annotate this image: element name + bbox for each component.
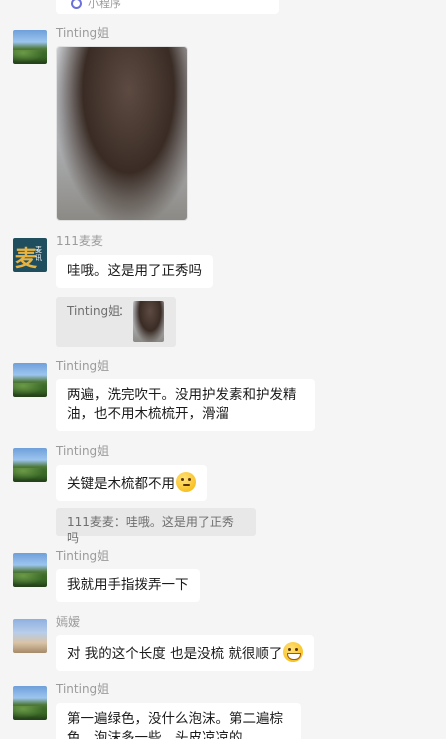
quote-reply[interactable]: Tinting姐： <box>56 297 176 347</box>
thinking-emoji-icon <box>176 472 196 492</box>
avatar[interactable] <box>13 553 47 587</box>
avatar[interactable] <box>13 363 47 397</box>
mini-program-card[interactable]: 小程序 <box>56 0 279 14</box>
message-text-line: 两遍，洗完吹干。没用护发素和护发精 <box>67 387 297 403</box>
message-bubble[interactable]: 我就用手指拨弄一下 <box>56 569 200 602</box>
sender-name: Tinting姐 <box>56 682 110 696</box>
quote-author: Tinting姐 <box>67 304 121 318</box>
message-text: 对 我的这个长度 也是没梳 就很顺了 <box>67 646 283 662</box>
message-text-line: 第一遍绿色，没什么泡沫。第二遍棕 <box>67 711 283 727</box>
quote-text: 111麦麦：哇哦。这是用了正秀吗 <box>67 515 234 545</box>
avatar[interactable] <box>13 619 47 653</box>
message-text-line: 油，也不用木梳梳开，滑溜 <box>67 406 229 422</box>
message-text: 哇哦。这是用了正秀吗 <box>67 263 202 279</box>
message-bubble[interactable]: 关键是木梳都不用 <box>56 465 207 501</box>
hair-photo[interactable] <box>56 46 188 221</box>
grin-emoji-icon <box>283 642 304 662</box>
quote-separator: ： <box>118 304 131 318</box>
mini-program-icon <box>71 0 82 9</box>
sender-name: Tinting姐 <box>56 444 110 458</box>
message-text: 我就用手指拨弄一下 <box>67 577 189 593</box>
message-text-line: 色，泡沫多一些，头皮凉凉的 <box>67 730 243 739</box>
mini-program-label: 小程序 <box>88 0 121 10</box>
message-bubble[interactable]: 第一遍绿色，没什么泡沫。第二遍棕 色，泡沫多一些，头皮凉凉的 <box>56 703 301 739</box>
message-bubble[interactable]: 两遍，洗完吹干。没用护发素和护发精 油，也不用木梳梳开，滑溜 <box>56 379 315 431</box>
sender-name: Tinting姐 <box>56 359 110 373</box>
avatar[interactable] <box>13 686 47 720</box>
sender-name: 嫣嫒 <box>56 615 81 629</box>
sender-name: Tinting姐 <box>56 26 110 40</box>
avatar-side-text: 麦讯 <box>35 246 42 262</box>
message-text: 关键是木梳都不用 <box>67 476 175 492</box>
avatar[interactable] <box>13 30 47 64</box>
message-bubble[interactable]: 哇哦。这是用了正秀吗 <box>56 255 213 288</box>
sender-name: Tinting姐 <box>56 549 110 563</box>
avatar[interactable] <box>13 448 47 482</box>
quote-thumbnail <box>133 301 164 342</box>
quote-reply[interactable]: 111麦麦：哇哦。这是用了正秀吗 <box>56 508 256 545</box>
avatar[interactable]: 麦 麦讯 <box>13 238 47 272</box>
avatar-glyph: 麦 <box>15 247 38 272</box>
sender-name: 111麦麦 <box>56 234 103 248</box>
message-bubble[interactable]: 对 我的这个长度 也是没梳 就很顺了 <box>56 635 315 671</box>
